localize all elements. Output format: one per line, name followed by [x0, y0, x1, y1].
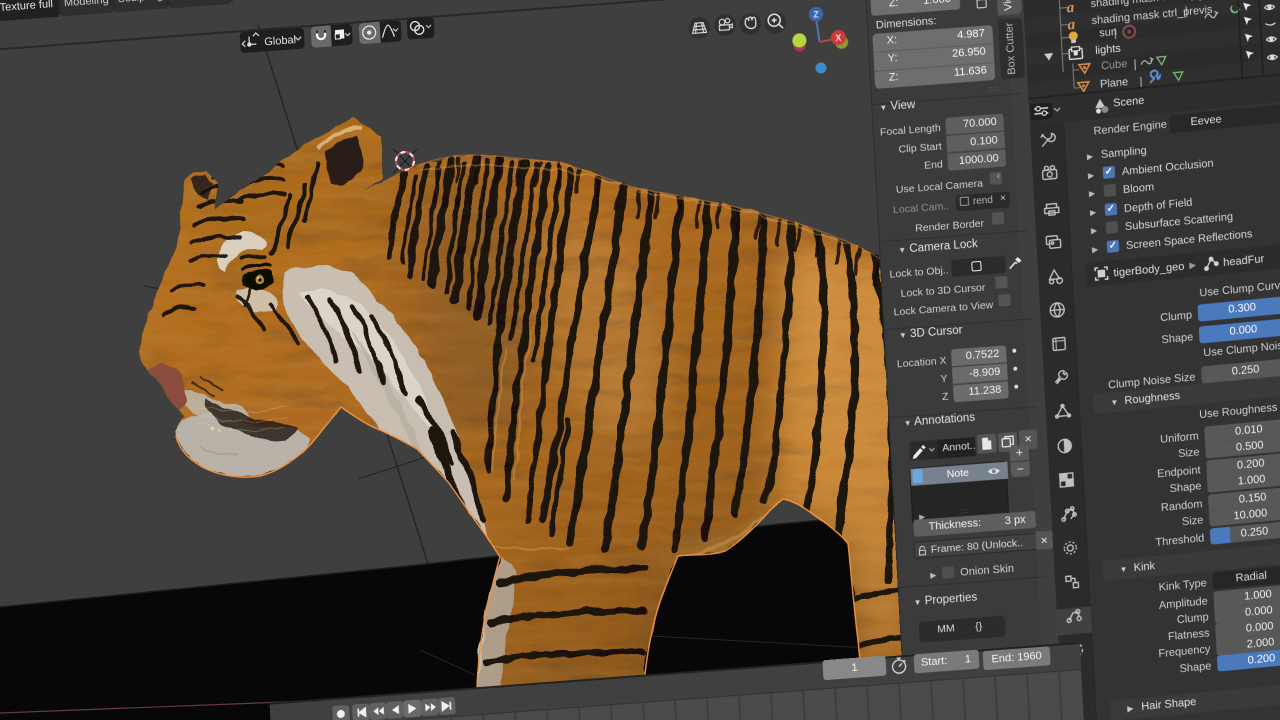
svg-text:Global: Global: [264, 34, 296, 48]
svg-text:Z: Z: [813, 9, 820, 19]
svg-text:a: a: [1067, 17, 1076, 34]
svg-text:X: X: [835, 33, 842, 43]
svg-text:a: a: [1066, 0, 1075, 16]
